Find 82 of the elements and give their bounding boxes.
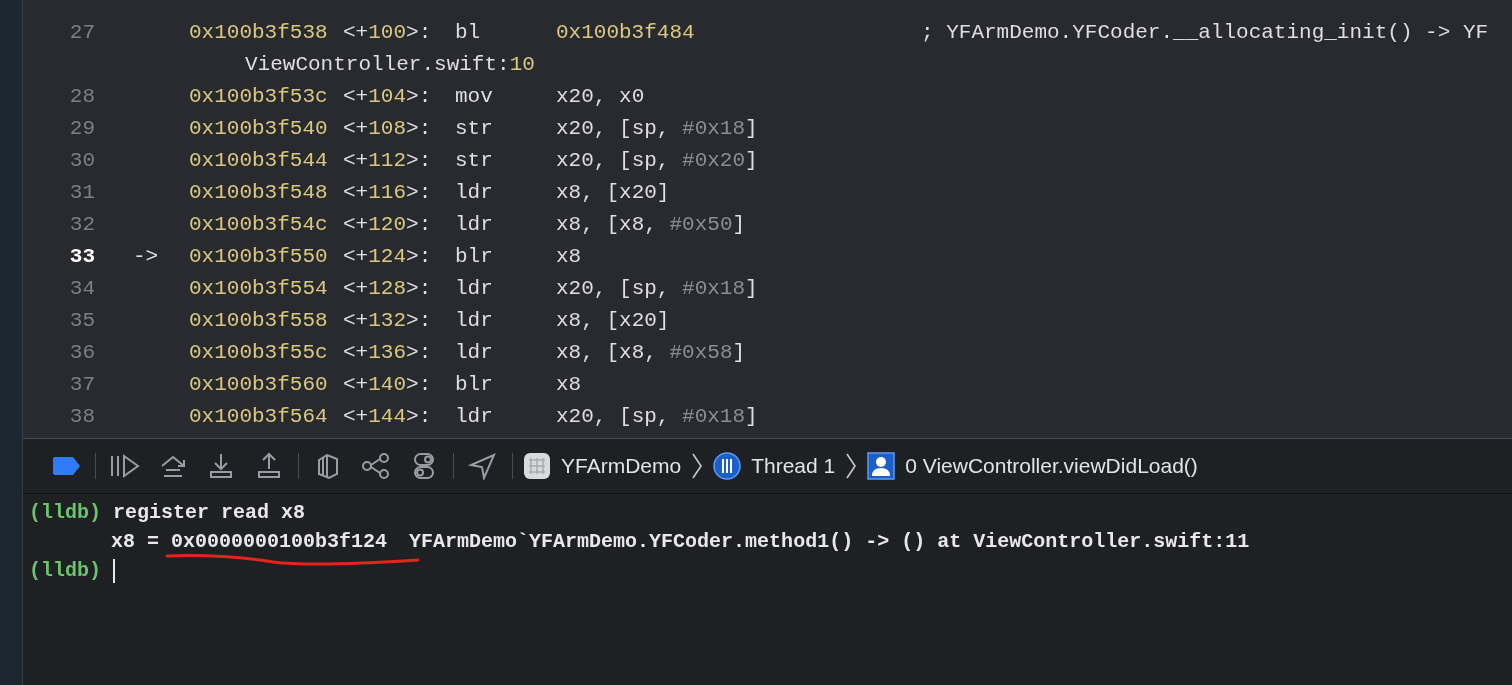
line-number: 36 (68, 340, 95, 364)
line-number: 28 (68, 84, 95, 108)
line-number: 30 (68, 148, 95, 172)
offset: <+140>: (343, 372, 433, 396)
address: 0x100b3f55c (189, 340, 329, 364)
continue-icon[interactable] (110, 452, 140, 480)
address: 0x100b3f548 (189, 180, 329, 204)
thread-icon (713, 452, 742, 480)
address: 0x100b3f550 (189, 244, 329, 268)
chevron-icon (845, 452, 858, 480)
operands: x8, [x20] (556, 308, 671, 332)
register-value: 0x0000000100b3f124 (171, 530, 388, 553)
operands: x8 (556, 244, 583, 268)
breadcrumb-item[interactable]: YFArmDemo (523, 452, 682, 480)
offset: <+112>: (343, 148, 433, 172)
mnemonic: ldr (455, 276, 494, 300)
operands: x20, [sp, #0x18] (556, 116, 759, 140)
offset: <+104>: (343, 84, 433, 108)
offset: <+100>: (343, 20, 433, 44)
chevron-icon (691, 452, 704, 480)
line-number: 38 (68, 404, 95, 428)
offset: <+120>: (343, 212, 433, 236)
address: 0x100b3f538 (189, 20, 329, 44)
person-icon (867, 452, 896, 480)
line-number: 31 (68, 180, 95, 204)
offset: <+136>: (343, 340, 433, 364)
operands: x8 (556, 372, 583, 396)
operands: x8, [x8, #0x58] (556, 340, 747, 364)
operands: 0x100b3f484 (556, 20, 696, 44)
graph-icon[interactable] (361, 452, 391, 480)
mnemonic: ldr (455, 308, 494, 332)
mnemonic: ldr (455, 212, 494, 236)
offset: <+108>: (343, 116, 433, 140)
comment: ; YFArmDemo.YFCoder.__allocating_init() -> YF (921, 20, 1489, 44)
breadcrumb-item[interactable]: 0 ViewController.viewDidLoad() (867, 452, 1198, 480)
console-command: register read x8 (113, 501, 306, 524)
symbol-info: YFArmDemo`YFArmDemo.YFCoder.method1() -> () at ViewController.swift:11 (409, 530, 1250, 553)
mnemonic: str (455, 148, 494, 172)
offset: <+116>: (343, 180, 433, 204)
operands: x8, [x20] (556, 180, 671, 204)
mnemonic: str (455, 116, 494, 140)
offset: <+132>: (343, 308, 433, 332)
app-icon (523, 452, 551, 480)
address: 0x100b3f544 (189, 148, 329, 172)
operands: x20, [sp, #0x20] (556, 148, 759, 172)
offset: <+124>: (343, 244, 433, 268)
console-prompt: (lldb) (29, 559, 101, 582)
operands: x20, [sp, #0x18] (556, 404, 759, 428)
offset: <+144>: (343, 404, 433, 428)
address: 0x100b3f54c (189, 212, 329, 236)
operands: x20, x0 (556, 84, 646, 108)
address: 0x100b3f564 (189, 404, 329, 428)
address: 0x100b3f558 (189, 308, 329, 332)
mnemonic: ldr (455, 340, 494, 364)
mnemonic: mov (455, 84, 494, 108)
mnemonic: blr (455, 244, 494, 268)
mnemonic: blr (455, 372, 494, 396)
mnemonic: ldr (455, 180, 494, 204)
address: 0x100b3f540 (189, 116, 329, 140)
address: 0x100b3f554 (189, 276, 329, 300)
location-arrow-icon[interactable] (468, 452, 498, 480)
line-number: 37 (68, 372, 95, 396)
offset: <+128>: (343, 276, 433, 300)
line-number: 29 (68, 116, 95, 140)
breadcrumb-item[interactable]: Thread 1 (713, 452, 836, 480)
address: 0x100b3f53c (189, 84, 329, 108)
line-number: 35 (68, 308, 95, 332)
source-location: ViewController.swift:10 (245, 52, 535, 76)
address: 0x100b3f560 (189, 372, 329, 396)
register-name: x8 = (111, 530, 159, 553)
console-prompt: (lldb) (29, 501, 101, 524)
line-number: 27 (68, 20, 95, 44)
line-number: 32 (68, 212, 95, 236)
current-line-arrow: -> (133, 244, 159, 268)
mnemonic: bl (455, 20, 482, 44)
operands: x8, [x8, #0x50] (556, 212, 747, 236)
text-cursor (113, 558, 115, 583)
breakpoint-icon[interactable] (51, 456, 81, 476)
line-number: 33 (68, 244, 95, 268)
operands: x20, [sp, #0x18] (556, 276, 759, 300)
mnemonic: ldr (455, 404, 494, 428)
line-number: 34 (68, 276, 95, 300)
